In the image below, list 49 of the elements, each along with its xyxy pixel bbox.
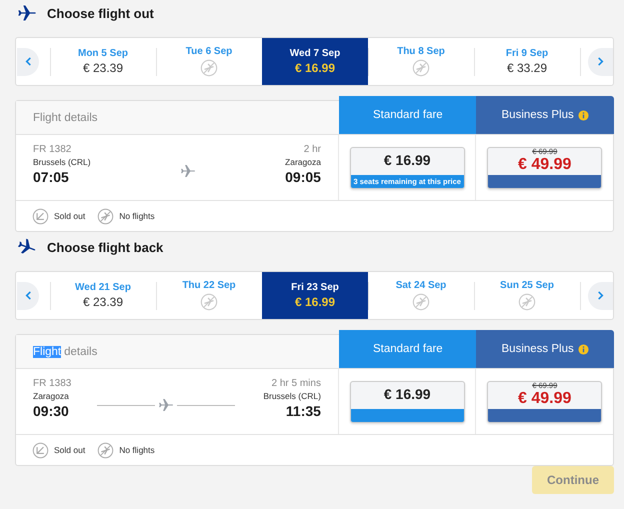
destination-city: Brussels (CRL) — [263, 391, 321, 401]
fare-price-button[interactable]: € 16.99 — [350, 380, 465, 422]
flight-number: FR 1383 — [33, 378, 72, 389]
origin-city: Brussels (CRL) — [33, 157, 91, 167]
previous-button[interactable] — [17, 48, 39, 76]
sold-out-icon — [32, 442, 49, 458]
arrival-time: 09:05 — [285, 169, 321, 185]
fare-header: Standard fare — [339, 96, 476, 134]
legend-label: Sold out — [54, 211, 86, 221]
legend-label: No flights — [119, 211, 155, 221]
departure-time: 09:30 — [33, 403, 69, 419]
origin-city: Zaragoza — [33, 391, 69, 401]
fare-header: Business Plus — [476, 96, 614, 134]
details-title: Flight details — [33, 346, 98, 358]
no-flights-icon — [412, 59, 430, 77]
next-button[interactable] — [588, 282, 613, 310]
no-flights-icon — [518, 293, 536, 311]
legend-label: Sold out — [54, 445, 86, 455]
fare-header: Standard fare — [339, 330, 476, 368]
flight-duration: 2 hr 5 mins — [272, 378, 321, 389]
flight-number: FR 1382 — [33, 144, 72, 155]
section-title: Choose flight back — [47, 240, 164, 254]
airplane-icon — [158, 397, 174, 413]
airplane-icon — [180, 163, 196, 179]
no-flights-icon — [412, 293, 430, 311]
arrival-time: 11:35 — [286, 403, 321, 419]
no-flights-icon — [200, 59, 218, 77]
info-icon[interactable] — [578, 110, 589, 120]
section-title: Choose flight out — [47, 6, 154, 20]
destination-city: Zaragoza — [285, 157, 321, 167]
flight-duration: 2 hr — [304, 144, 321, 155]
departure-time: 07:05 — [33, 169, 70, 185]
chevron-right-icon — [596, 57, 605, 66]
no-flights-icon — [200, 293, 218, 311]
chevron-left-icon — [24, 291, 32, 300]
fare-header: Business Plus — [476, 330, 614, 368]
chevron-left-icon — [24, 57, 32, 66]
next-button[interactable] — [588, 48, 613, 76]
info-icon[interactable] — [578, 344, 589, 354]
airplane-icon — [17, 3, 37, 23]
previous-button[interactable] — [17, 282, 39, 310]
sold-out-icon — [32, 208, 49, 224]
date-tab[interactable]: Fri 23 Sep € 16.99 — [262, 272, 368, 319]
details-title: Flight details — [33, 112, 98, 124]
date-tab[interactable]: Wed 7 Sep € 16.99 — [262, 38, 368, 85]
chevron-right-icon — [596, 291, 605, 300]
no-flights-icon — [97, 442, 114, 458]
legend-label: No flights — [119, 445, 155, 455]
no-flights-icon — [97, 208, 114, 224]
